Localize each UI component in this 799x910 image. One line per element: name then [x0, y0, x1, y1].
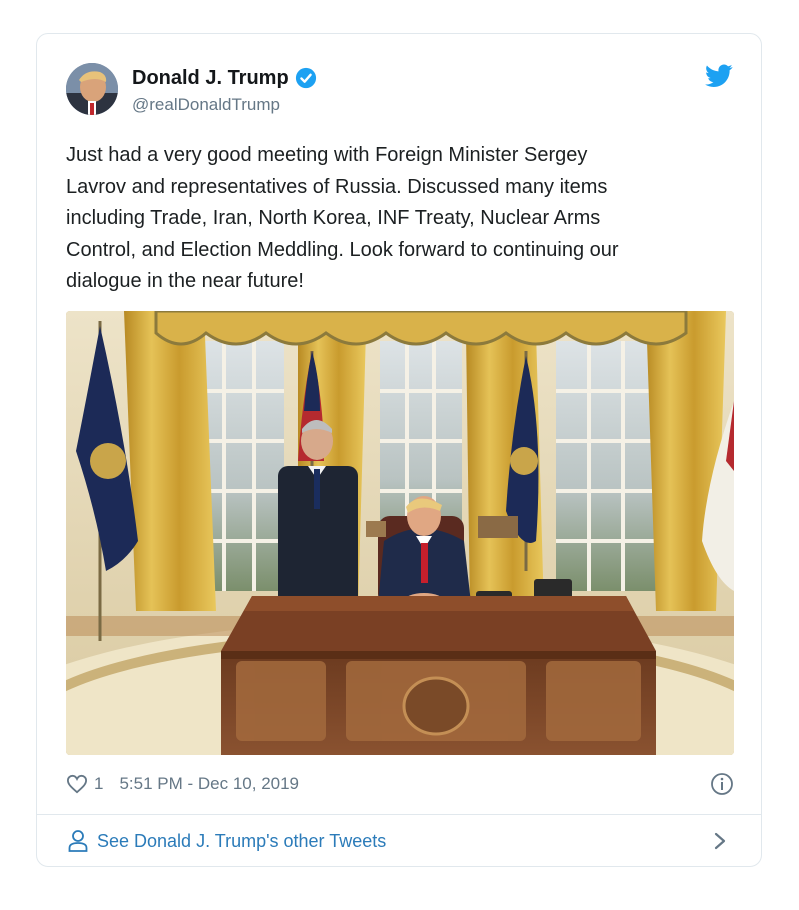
author-name-row[interactable]: Donald J. Trump	[132, 66, 317, 90]
tweet-meta: 1 5:51 PM - Dec 10, 2019	[66, 772, 734, 796]
verified-badge-icon	[295, 67, 316, 89]
tweet-photo[interactable]	[66, 311, 734, 755]
tweet-text: Just had a very good meeting with Foreig…	[66, 144, 619, 292]
avatar-image	[66, 63, 118, 115]
author-name[interactable]: Donald J. Trump	[132, 66, 289, 90]
tweet-card: Donald J. Trump @realDonaldTrump Just ha…	[36, 33, 762, 867]
avatar[interactable]	[66, 63, 118, 115]
person-icon	[68, 830, 88, 852]
oval-office-photo	[66, 311, 734, 755]
other-tweets-link[interactable]: See Donald J. Trump's other Tweets	[97, 829, 386, 853]
like-count: 1	[94, 774, 104, 793]
other-tweets-footer[interactable]: See Donald J. Trump's other Tweets	[37, 814, 761, 866]
twitter-bird-icon[interactable]	[705, 64, 733, 88]
info-icon[interactable]	[710, 772, 734, 796]
heart-icon[interactable]	[66, 774, 88, 794]
author-handle[interactable]: @realDonaldTrump	[132, 94, 280, 116]
like-button[interactable]: 1	[66, 774, 103, 794]
tweet-timestamp[interactable]: 5:51 PM - Dec 10, 2019	[119, 774, 299, 794]
chevron-right-icon[interactable]	[713, 831, 727, 851]
